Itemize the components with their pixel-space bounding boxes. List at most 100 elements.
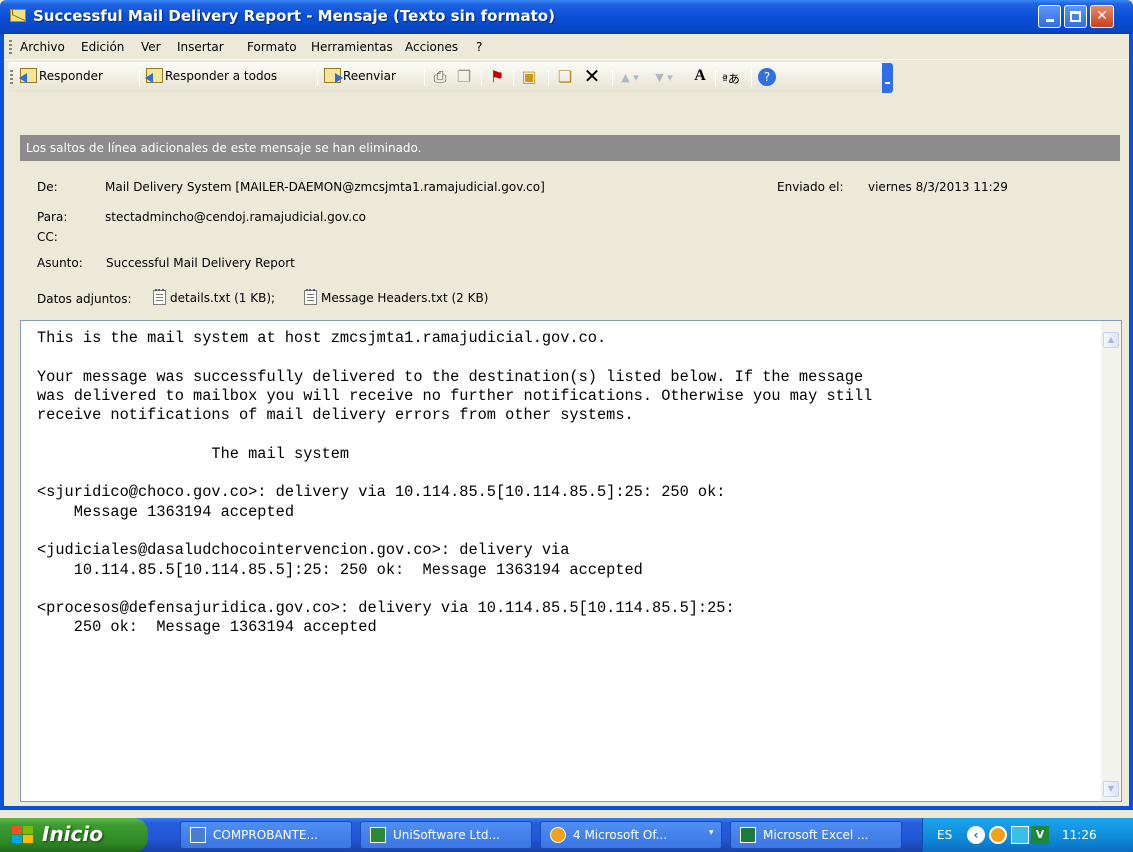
- previous-item-icon[interactable]: ▲ ▾: [620, 71, 640, 84]
- taskbar: Inicio COMPROBANTE... UniSoftware Ltd...…: [0, 818, 1133, 852]
- unisoftware-icon: [370, 827, 386, 843]
- toolbar-grip[interactable]: [10, 70, 13, 84]
- font-size-icon[interactable]: A: [690, 67, 710, 85]
- task-label: 4 Microsoft Of...: [573, 828, 668, 842]
- excel-icon: [740, 827, 756, 843]
- menu-formato[interactable]: Formato: [247, 40, 297, 54]
- to-label: Para:: [37, 210, 68, 224]
- sent-label: Enviado el:: [777, 180, 844, 194]
- chevron-down-icon: ▾: [709, 828, 714, 838]
- task-comprobante[interactable]: COMPROBANTE...: [180, 821, 352, 849]
- attachment-headers-label: Message Headers.txt (2 KB): [321, 291, 489, 305]
- attachment-headers[interactable]: Message Headers.txt (2 KB): [304, 289, 489, 305]
- vertical-scrollbar[interactable]: ▲ ▼: [1101, 321, 1121, 801]
- follow-up-flag-icon[interactable]: ⚑: [487, 67, 507, 86]
- toolbar-separator: [317, 70, 318, 86]
- task-microsoft-excel[interactable]: Microsoft Excel ...: [730, 821, 902, 849]
- toolbar-separator: [513, 70, 514, 86]
- move-icon[interactable]: ❏: [555, 67, 575, 86]
- menu-herramientas[interactable]: Herramientas: [311, 40, 393, 54]
- from-value[interactable]: Mail Delivery System [MAILER-DAEMON@zmcs…: [105, 180, 545, 194]
- toolbar-separator: [715, 70, 716, 86]
- to-value[interactable]: stectadmincho@cendoj.ramajudicial.gov.co: [105, 210, 366, 224]
- menu-archivo[interactable]: Archivo: [20, 40, 65, 54]
- attachment-details-label: details.txt (1 KB);: [170, 291, 276, 305]
- message-body[interactable]: This is the mail system at host zmcsjmta…: [20, 320, 1122, 802]
- move-to-folder-icon[interactable]: ▣: [519, 67, 539, 86]
- from-label: De:: [37, 180, 58, 194]
- print-icon[interactable]: ⎙: [430, 67, 450, 87]
- clock[interactable]: 11:26: [1062, 828, 1097, 842]
- toolbar-separator: [548, 70, 549, 86]
- subject-label: Asunto:: [37, 256, 83, 270]
- start-label: Inicio: [42, 822, 103, 846]
- menu-bar: Archivo Edición Ver Insertar Formato Her…: [4, 34, 1129, 60]
- menu-acciones[interactable]: Acciones: [405, 40, 458, 54]
- reply-all-icon: [145, 68, 163, 83]
- window-frame-left: [0, 34, 4, 810]
- start-button[interactable]: Inicio: [0, 818, 148, 852]
- forward-button[interactable]: Reenviar: [324, 68, 396, 83]
- reply-button[interactable]: Responder: [19, 68, 103, 83]
- subject-value: Successful Mail Delivery Report: [106, 256, 295, 270]
- text-file-icon: [153, 289, 166, 305]
- message-body-text: This is the mail system at host zmcsjmta…: [37, 329, 873, 637]
- toolbar: Responder Responder a todos Reenviar ⎙ ❐…: [4, 61, 1129, 121]
- maximize-icon: [1070, 11, 1081, 22]
- reply-icon: [19, 68, 37, 83]
- reply-label: Responder: [39, 68, 103, 83]
- copy-icon[interactable]: ❐: [454, 67, 474, 86]
- windows-logo-icon: [12, 826, 34, 844]
- window-frame-right: [1129, 34, 1133, 810]
- reply-all-button[interactable]: Responder a todos: [145, 68, 278, 83]
- encoding-icon[interactable]: ªあ: [721, 70, 741, 87]
- task-microsoft-office-group[interactable]: 4 Microsoft Of... ▾: [540, 821, 722, 849]
- menu-insertar[interactable]: Insertar: [177, 40, 224, 54]
- minimize-button[interactable]: [1038, 5, 1061, 28]
- info-bar[interactable]: Los saltos de línea adicionales de este …: [20, 135, 1120, 161]
- menu-edicion[interactable]: Edición: [81, 40, 124, 54]
- toolbar-separator: [424, 70, 425, 86]
- language-indicator[interactable]: ES: [937, 828, 952, 842]
- window-frame-bottom: [0, 806, 1133, 810]
- task-label: Microsoft Excel ...: [763, 828, 869, 842]
- close-button[interactable]: ✕: [1090, 5, 1114, 28]
- word-document-icon: [190, 827, 206, 843]
- forward-icon: [324, 68, 343, 83]
- attachments-label: Datos adjuntos:: [37, 292, 132, 306]
- maximize-button[interactable]: [1064, 5, 1087, 28]
- toolbar-separator: [481, 70, 482, 86]
- window-title: Successful Mail Delivery Report - Mensaj…: [33, 7, 555, 25]
- sent-value: viernes 8/3/2013 11:29: [868, 180, 1008, 194]
- cc-label: CC:: [37, 230, 58, 244]
- standard-toolbar: Responder Responder a todos Reenviar ⎙ ❐…: [8, 62, 893, 93]
- network-icon[interactable]: [1011, 826, 1029, 844]
- next-item-icon[interactable]: ▼ ▾: [654, 71, 674, 84]
- scroll-up-button[interactable]: ▲: [1103, 332, 1119, 348]
- antivirus-icon[interactable]: V: [1031, 826, 1049, 844]
- task-unisoftware[interactable]: UniSoftware Ltd...: [360, 821, 532, 849]
- toolbar-separator: [139, 70, 140, 86]
- text-file-icon: [304, 289, 317, 305]
- mail-message-icon: [10, 9, 26, 22]
- close-icon: ✕: [1096, 8, 1108, 24]
- menu-help[interactable]: ?: [476, 40, 482, 54]
- reminder-clock-icon[interactable]: [989, 826, 1007, 844]
- show-hidden-icons-icon[interactable]: ‹: [967, 826, 985, 844]
- scroll-down-button[interactable]: ▼: [1103, 781, 1119, 797]
- task-label: UniSoftware Ltd...: [393, 828, 500, 842]
- minimize-icon: [1045, 19, 1054, 22]
- menu-ver[interactable]: Ver: [141, 40, 161, 54]
- system-tray: ES ‹ V 11:26: [922, 818, 1133, 852]
- outlook-clock-icon: [550, 827, 566, 843]
- toolbar-options-button[interactable]: [882, 63, 893, 93]
- reply-all-label: Responder a todos: [165, 68, 278, 83]
- title-bar[interactable]: Successful Mail Delivery Report - Mensaj…: [0, 0, 1133, 34]
- toolbar-separator: [751, 70, 752, 86]
- menu-grip[interactable]: [9, 40, 12, 54]
- delete-icon[interactable]: ✕: [582, 64, 602, 88]
- task-label: COMPROBANTE...: [213, 828, 318, 842]
- toolbar-separator: [612, 70, 613, 86]
- help-icon[interactable]: ?: [758, 68, 776, 86]
- attachment-details[interactable]: details.txt (1 KB);: [153, 289, 276, 305]
